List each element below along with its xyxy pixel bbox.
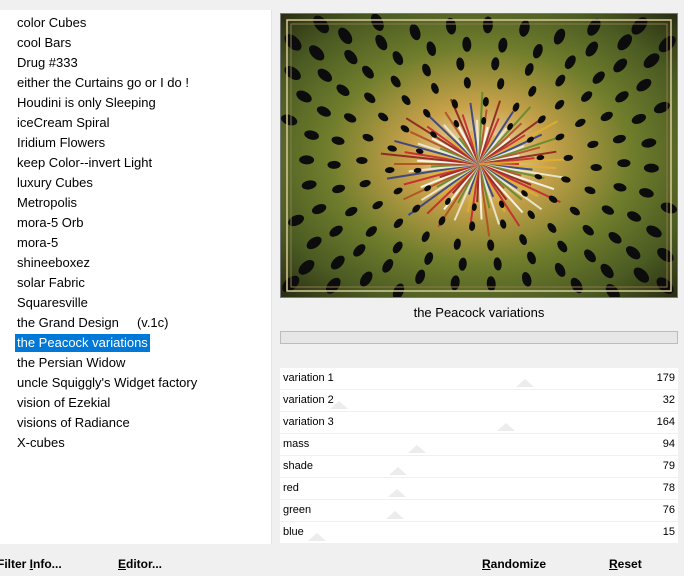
slider-label: blue bbox=[283, 526, 304, 538]
slider-value: 76 bbox=[662, 504, 675, 516]
filter-list-item-label: either the Curtains go or I do ! bbox=[17, 75, 189, 90]
slider-thumb[interactable] bbox=[516, 379, 535, 387]
slider-value: 164 bbox=[656, 416, 675, 428]
filter-list-item[interactable]: visions of Radiance bbox=[0, 413, 271, 433]
slider-label: variation 1 bbox=[283, 372, 334, 384]
filter-list-item[interactable]: color Cubes bbox=[0, 13, 271, 33]
slider-variation-1[interactable]: variation 1 179 bbox=[280, 368, 678, 390]
filter-info-button[interactable]: Filter Info... bbox=[0, 555, 62, 573]
slider-value: 94 bbox=[662, 438, 675, 450]
slider-track[interactable] bbox=[280, 368, 640, 389]
slider-thumb[interactable] bbox=[385, 511, 404, 519]
filter-list-item-label: the Grand Design (v.1c) bbox=[17, 315, 169, 330]
slider-shade[interactable]: shade 79 bbox=[280, 456, 678, 478]
filter-list-item-label: solar Fabric bbox=[17, 275, 85, 290]
filter-list-item[interactable]: either the Curtains go or I do ! bbox=[0, 73, 271, 93]
filter-list-item-label: luxury Cubes bbox=[17, 175, 93, 190]
filter-list[interactable]: color Cubes cool Bars Drug #333 either the … bbox=[0, 10, 272, 544]
progress-bar bbox=[280, 331, 678, 344]
filter-list-item-label: shineeboxez bbox=[17, 255, 90, 270]
filter-list-item-label: mora-5 bbox=[17, 235, 59, 250]
slider-green[interactable]: green 76 bbox=[280, 500, 678, 522]
slider-label: green bbox=[283, 504, 312, 516]
filter-list-item-label: Squaresville bbox=[17, 295, 88, 310]
filter-list-item[interactable]: iceCream Spiral bbox=[0, 113, 271, 133]
preview-artwork bbox=[281, 14, 677, 297]
filter-list-item-label: Iridium Flowers bbox=[17, 135, 106, 150]
filter-list-item[interactable]: Drug #333 bbox=[0, 53, 271, 73]
slider-thumb[interactable] bbox=[497, 423, 516, 431]
filter-list-item[interactable]: uncle Squiggly's Widget factory bbox=[0, 373, 271, 393]
slider-thumb[interactable] bbox=[388, 489, 407, 497]
slider-thumb[interactable] bbox=[389, 467, 408, 475]
slider-value: 79 bbox=[662, 460, 675, 472]
slider-label: shade bbox=[283, 460, 313, 472]
filter-list-item[interactable]: X-cubes bbox=[0, 433, 271, 453]
filter-list-item[interactable]: Houdini is only Sleeping bbox=[0, 93, 271, 113]
filter-list-item[interactable]: the Grand Design (v.1c) bbox=[0, 313, 271, 333]
slider-variation-2[interactable]: variation 2 32 bbox=[280, 390, 678, 412]
slider-track[interactable] bbox=[280, 522, 640, 543]
filter-list-item-label: Metropolis bbox=[17, 195, 77, 210]
filter-list-item-label: uncle Squiggly's Widget factory bbox=[17, 375, 198, 390]
slider-label: variation 3 bbox=[283, 416, 334, 428]
slider-value: 78 bbox=[662, 482, 675, 494]
filter-list-item-label: keep Color--invert Light bbox=[17, 155, 153, 170]
slider-mass[interactable]: mass 94 bbox=[280, 434, 678, 456]
filter-list-item-label: the Persian Widow bbox=[17, 355, 126, 370]
filter-list-item[interactable]: Iridium Flowers bbox=[0, 133, 271, 153]
filter-list-item[interactable]: Metropolis bbox=[0, 193, 271, 213]
filter-list-item-label: Drug #333 bbox=[17, 55, 78, 70]
slider-blue[interactable]: blue 15 bbox=[280, 522, 678, 544]
filter-list-item-label: iceCream Spiral bbox=[17, 115, 110, 130]
filter-list-item-label: X-cubes bbox=[17, 435, 65, 450]
filter-list-item[interactable]: the Persian Widow bbox=[0, 353, 271, 373]
randomize-button[interactable]: Randomize bbox=[482, 555, 546, 573]
slider-label: variation 2 bbox=[283, 394, 334, 406]
slider-track[interactable] bbox=[280, 390, 640, 411]
slider-label: mass bbox=[283, 438, 310, 450]
filter-list-item[interactable]: solar Fabric bbox=[0, 273, 271, 293]
filter-list-item[interactable]: vision of Ezekial bbox=[0, 393, 271, 413]
slider-value: 15 bbox=[662, 526, 675, 538]
slider-thumb[interactable] bbox=[408, 445, 427, 453]
filter-list-item[interactable]: shineeboxez bbox=[0, 253, 271, 273]
filter-list-item[interactable]: luxury Cubes bbox=[0, 173, 271, 193]
slider-variation-3[interactable]: variation 3 164 bbox=[280, 412, 678, 434]
filter-list-item[interactable]: the Peacock variations bbox=[0, 333, 271, 353]
slider-label: red bbox=[283, 482, 299, 494]
filter-list-item[interactable]: mora-5 Orb bbox=[0, 213, 271, 233]
slider-track[interactable] bbox=[280, 456, 640, 477]
slider-track[interactable] bbox=[280, 412, 640, 433]
slider-red[interactable]: red 78 bbox=[280, 478, 678, 500]
filter-list-item-label: visions of Radiance bbox=[17, 415, 130, 430]
filter-title: the Peacock variations bbox=[413, 305, 545, 320]
slider-panel: variation 1 179 variation 2 32 variation 3 16… bbox=[280, 368, 678, 544]
filter-list-item[interactable]: cool Bars bbox=[0, 33, 271, 53]
slider-track[interactable] bbox=[280, 434, 640, 455]
filter-list-item-label: Houdini is only Sleeping bbox=[17, 95, 156, 110]
preview-image bbox=[280, 13, 678, 298]
editor-button[interactable]: Editor... bbox=[118, 555, 162, 573]
slider-value: 179 bbox=[656, 372, 675, 384]
filter-list-item-label: vision of Ezekial bbox=[17, 395, 111, 410]
reset-button[interactable]: Reset bbox=[609, 555, 642, 573]
slider-track[interactable] bbox=[280, 500, 640, 521]
slider-thumb[interactable] bbox=[308, 533, 327, 541]
filter-list-item-label: mora-5 Orb bbox=[17, 215, 84, 230]
filter-list-item-label: color Cubes bbox=[17, 15, 87, 30]
filter-list-item[interactable]: Squaresville bbox=[0, 293, 271, 313]
slider-track[interactable] bbox=[280, 478, 640, 499]
filter-list-item[interactable]: keep Color--invert Light bbox=[0, 153, 271, 173]
filter-list-item-label: the Peacock variations bbox=[15, 334, 150, 352]
slider-value: 32 bbox=[662, 394, 675, 406]
filter-list-item[interactable]: mora-5 bbox=[0, 233, 271, 253]
filter-list-item-label: cool Bars bbox=[17, 35, 72, 50]
